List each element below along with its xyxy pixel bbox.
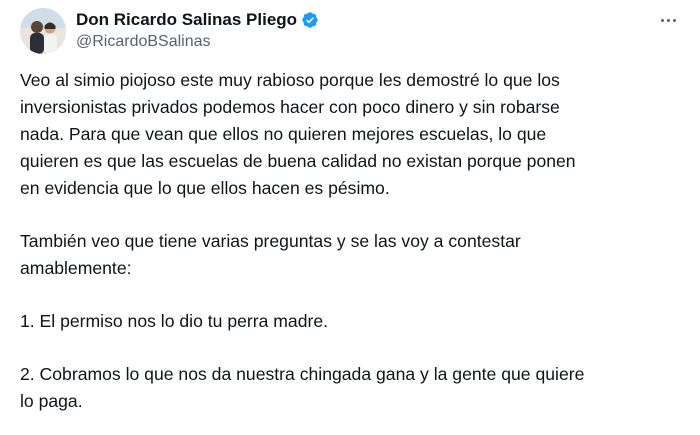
author-display-name[interactable]: Don Ricardo Salinas Pliego — [76, 10, 297, 30]
tweet-line: lo paga. — [20, 391, 83, 411]
tweet-line: inversionistas privados podemos hacer co… — [20, 97, 560, 117]
tweet-line: 2. Cobramos lo que nos da nuestra chinga… — [20, 364, 585, 384]
tweet-text: Veo al simio piojoso este muy rabioso po… — [20, 67, 692, 435]
tweet-line: nada. Para que vean que ellos no quieren… — [20, 124, 547, 144]
more-horizontal-icon — [660, 18, 664, 22]
tweet-paragraph: Veo al simio piojoso este muy rabioso po… — [20, 67, 692, 202]
tweet-paragraph: 2. Cobramos lo que nos da nuestra chinga… — [20, 361, 692, 415]
tweet-line: Veo al simio piojoso este muy rabioso po… — [20, 70, 560, 90]
author-handle[interactable]: @RicardoBSalinas — [76, 32, 319, 52]
tweet-card: Don Ricardo Salinas Pliego @RicardoBSali… — [0, 0, 700, 435]
verified-badge-icon — [302, 12, 318, 28]
tweet-header: Don Ricardo Salinas Pliego @RicardoBSali… — [20, 6, 686, 56]
tweet-line: También veo que tiene varias preguntas y… — [20, 231, 521, 251]
tweet-line: amablemente: — [20, 258, 132, 278]
avatar-photo — [20, 8, 66, 54]
tweet-line: 1. El permiso nos lo dio tu perra madre. — [20, 311, 329, 331]
tweet-paragraph: 1. El permiso nos lo dio tu perra madre. — [20, 308, 692, 335]
name-row: Don Ricardo Salinas Pliego — [76, 10, 319, 30]
more-dot — [666, 18, 670, 22]
avatar[interactable] — [20, 8, 66, 54]
tweet-line: en evidencia que lo que ellos hacen es p… — [20, 178, 390, 198]
tweet-paragraph: También veo que tiene varias preguntas y… — [20, 228, 692, 282]
more-options-button[interactable] — [656, 10, 680, 30]
author-names: Don Ricardo Salinas Pliego @RicardoBSali… — [76, 10, 319, 52]
tweet-line: quieren es que las escuelas de buena cal… — [20, 151, 576, 171]
more-dot — [672, 18, 676, 22]
